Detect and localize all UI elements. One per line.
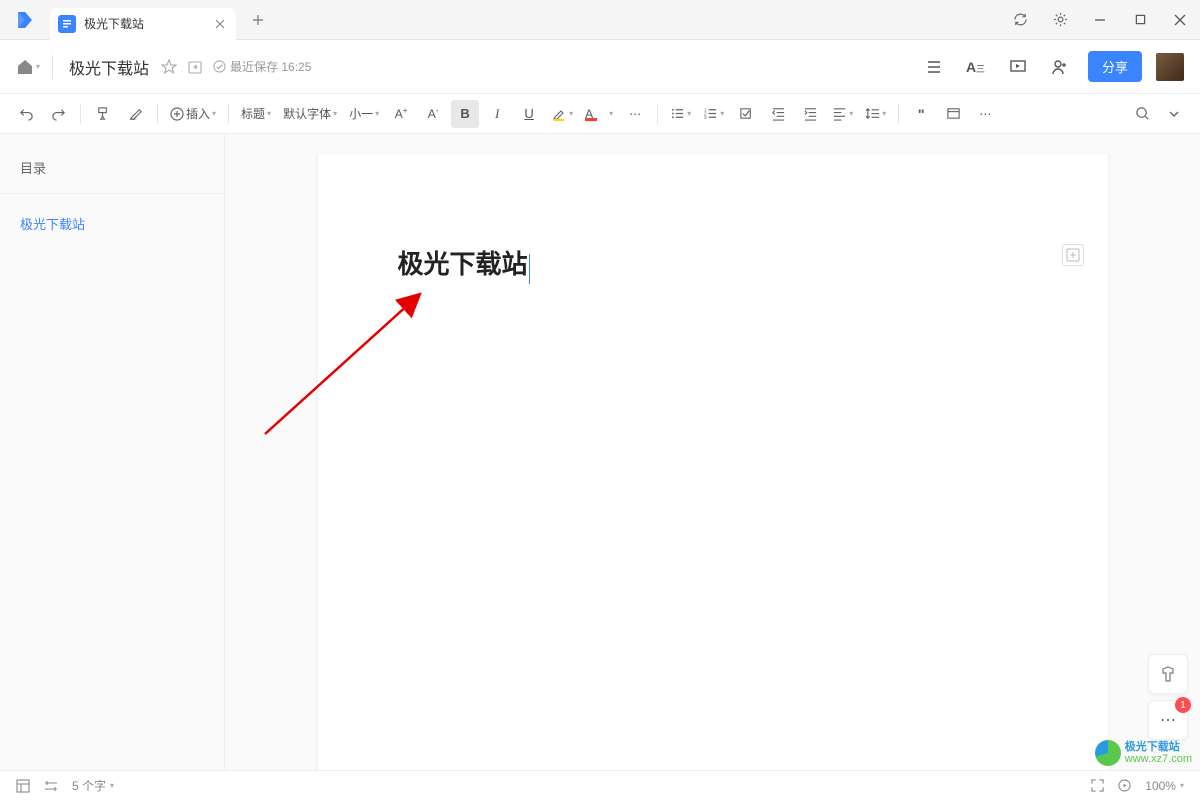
format-painter-button[interactable]: [89, 100, 117, 128]
increase-font-button[interactable]: A+: [387, 100, 415, 128]
bold-button[interactable]: B: [451, 100, 479, 128]
share-button[interactable]: 分享: [1088, 51, 1142, 82]
header: ▾ 极光下载站 最近保存 16:25 A三 分享: [0, 40, 1200, 94]
app-logo[interactable]: [0, 0, 50, 40]
align-button[interactable]: ▾: [828, 100, 857, 128]
more-text-button[interactable]: ⋯: [621, 100, 649, 128]
more-button[interactable]: ⋯: [971, 100, 999, 128]
svg-text:三: 三: [976, 64, 985, 74]
search-button[interactable]: [1128, 100, 1156, 128]
font-size-dropdown[interactable]: 小一▾: [345, 100, 383, 128]
chevron-down-icon: ▾: [36, 62, 40, 71]
watermark-url: www.xz7.com: [1125, 753, 1192, 765]
font-color-button[interactable]: A▾: [581, 100, 617, 128]
svg-text:A: A: [966, 59, 976, 75]
text-cursor: [529, 254, 530, 284]
quote-button[interactable]: ": [907, 100, 935, 128]
divider: [52, 55, 53, 79]
watermark-logo-icon: [1095, 740, 1121, 766]
toolbar: 插入▾ 标题▾ 默认字体▾ 小一▾ A+ A- B I U ▾ A▾ ⋯ ▾ 1…: [0, 94, 1200, 134]
document-heading[interactable]: 极光下载站: [398, 244, 528, 281]
page-view-button[interactable]: [44, 779, 58, 793]
outline-title: 目录: [0, 150, 224, 194]
statusbar: 5 个字▾ 100%▾: [0, 770, 1200, 800]
sync-icon[interactable]: [1000, 0, 1040, 40]
doc-icon: [58, 15, 76, 33]
minimize-button[interactable]: [1080, 0, 1120, 40]
avatar[interactable]: [1156, 53, 1184, 81]
decrease-font-button[interactable]: A-: [419, 100, 447, 128]
settings-icon[interactable]: [1040, 0, 1080, 40]
checklist-button[interactable]: [732, 100, 760, 128]
outline-toggle-button[interactable]: [920, 53, 948, 81]
redo-button[interactable]: [44, 100, 72, 128]
document-tab[interactable]: 极光下载站: [50, 8, 236, 40]
text-style-button[interactable]: A三: [962, 53, 990, 81]
watermark: 极光下载站 www.xz7.com: [1095, 740, 1192, 766]
add-block-button[interactable]: [1062, 244, 1084, 266]
page-container[interactable]: 极光下载站: [225, 134, 1200, 770]
insert-label: 插入: [186, 105, 210, 122]
maximize-button[interactable]: [1120, 0, 1160, 40]
titlebar: 极光下载站: [0, 0, 1200, 40]
new-tab-button[interactable]: [244, 6, 272, 34]
highlight-button[interactable]: ▾: [547, 100, 577, 128]
code-block-button[interactable]: [939, 100, 967, 128]
document-title[interactable]: 极光下载站: [69, 55, 149, 79]
document-page[interactable]: 极光下载站: [318, 154, 1108, 770]
indent-button[interactable]: [796, 100, 824, 128]
close-window-button[interactable]: [1160, 0, 1200, 40]
insert-dropdown[interactable]: 插入▾: [166, 100, 220, 128]
italic-button[interactable]: I: [483, 100, 511, 128]
zoom-level[interactable]: 100%▾: [1145, 779, 1184, 793]
tab-close-button[interactable]: [212, 16, 228, 32]
theme-button[interactable]: [1148, 654, 1188, 694]
notification-badge: 1: [1175, 697, 1191, 713]
tab-title: 极光下载站: [84, 15, 204, 32]
undo-button[interactable]: [12, 100, 40, 128]
main-area: 目录 极光下载站 极光下载站 ⋯ 1: [0, 134, 1200, 770]
fullscreen-button[interactable]: [1091, 779, 1104, 792]
presentation-button[interactable]: [1004, 53, 1032, 81]
collapse-toolbar-button[interactable]: [1160, 100, 1188, 128]
add-collaborator-button[interactable]: [1046, 53, 1074, 81]
outdent-button[interactable]: [764, 100, 792, 128]
numbered-list-button[interactable]: 123▾: [699, 100, 728, 128]
save-status-text: 最近保存 16:25: [230, 58, 311, 75]
outline-sidebar: 目录 极光下载站: [0, 134, 225, 770]
underline-button[interactable]: U: [515, 100, 543, 128]
watermark-name: 极光下载站: [1125, 741, 1192, 753]
heading-dropdown[interactable]: 标题▾: [237, 100, 275, 128]
outline-item[interactable]: 极光下载站: [0, 206, 224, 241]
bullet-list-button[interactable]: ▾: [666, 100, 695, 128]
star-icon[interactable]: [161, 59, 177, 75]
float-panel: ⋯ 1: [1148, 654, 1188, 740]
help-button[interactable]: [1118, 779, 1131, 792]
clear-format-button[interactable]: [121, 100, 149, 128]
font-dropdown[interactable]: 默认字体▾: [279, 100, 341, 128]
more-actions-button[interactable]: ⋯ 1: [1148, 700, 1188, 740]
export-icon[interactable]: [187, 59, 203, 75]
save-status: 最近保存 16:25: [213, 58, 311, 75]
line-spacing-button[interactable]: ▾: [861, 100, 890, 128]
outline-view-button[interactable]: [16, 779, 30, 793]
svg-text:3: 3: [704, 115, 707, 120]
word-count[interactable]: 5 个字▾: [72, 777, 114, 794]
home-button[interactable]: ▾: [16, 58, 40, 76]
